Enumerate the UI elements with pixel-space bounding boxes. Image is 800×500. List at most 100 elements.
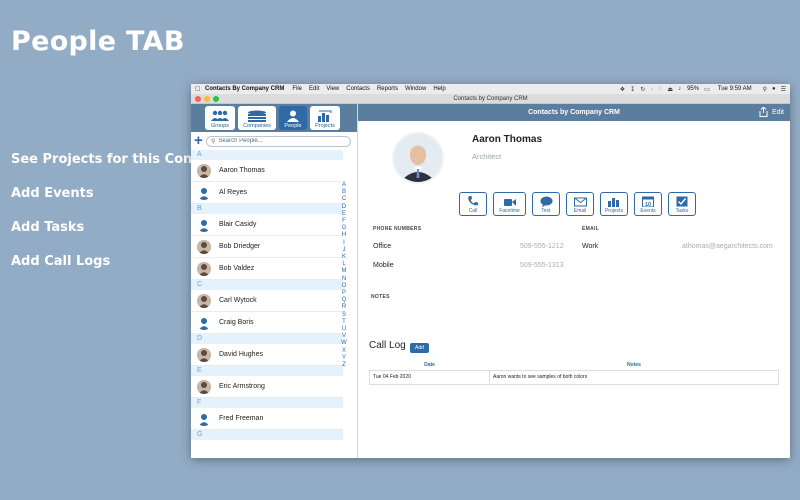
notification-center-icon[interactable]: ☰ (781, 86, 786, 93)
action-label: Facetime (499, 208, 520, 214)
list-item[interactable]: David Hughes (191, 344, 343, 366)
search-input[interactable] (218, 138, 319, 144)
time-machine-icon[interactable]: ↻ (640, 86, 645, 93)
facetime-button[interactable]: Facetime (493, 192, 526, 216)
email-value[interactable]: athomas@aegarchitects.com (682, 243, 773, 250)
index-letter[interactable]: Z (341, 362, 347, 369)
edit-button[interactable]: Edit (759, 107, 784, 117)
projects-button[interactable]: Projects (600, 192, 628, 216)
index-letter[interactable]: A (341, 182, 347, 189)
text-button[interactable]: Text (532, 192, 560, 216)
app-menu[interactable]: Contacts By Company CRM (205, 86, 284, 92)
index-letter[interactable]: U (341, 326, 347, 333)
list-item[interactable]: Fred Freeman (191, 408, 343, 430)
index-letter[interactable]: Y (341, 355, 347, 362)
zoom-window-button[interactable] (213, 96, 219, 102)
index-letter[interactable]: J (341, 247, 347, 254)
table-row[interactable]: Tue 04 Feb 2020 Aaron wants to see sampl… (369, 369, 779, 385)
segment-companies[interactable]: Companies (238, 106, 276, 130)
list-item[interactable]: Eric Armstrong (191, 376, 343, 398)
search-icon: ⚲ (211, 138, 216, 145)
contact-name: David Hughes (219, 351, 263, 358)
menu-reports[interactable]: Reports (377, 86, 398, 92)
menu-window[interactable]: Window (405, 86, 426, 92)
index-letter[interactable]: H (341, 232, 347, 239)
index-letter[interactable]: E (341, 211, 347, 218)
avatar (197, 163, 211, 178)
minimize-window-button[interactable] (204, 96, 210, 102)
checkbox-icon (676, 196, 688, 207)
index-letter[interactable]: L (341, 261, 347, 268)
battery-status[interactable]: 95% (687, 86, 699, 92)
person-icon (197, 217, 211, 232)
tasks-button[interactable]: Tasks (668, 192, 696, 216)
call-button[interactable]: Call (459, 192, 487, 216)
menu-file[interactable]: File (292, 86, 302, 92)
menu-view[interactable]: View (326, 86, 339, 92)
list-item[interactable]: Craig Boris (191, 312, 343, 334)
index-letter[interactable]: W (341, 340, 347, 347)
index-letter[interactable]: I (341, 240, 347, 247)
index-letter[interactable]: T (341, 319, 347, 326)
dropbox-icon[interactable]: ❖ (620, 86, 625, 93)
index-letter[interactable]: G (341, 225, 347, 232)
projects-icon (318, 110, 332, 122)
download-icon[interactable]: ↧ (630, 86, 635, 93)
promo-bullet: Add Events (11, 186, 94, 201)
wifi-icon[interactable]: ◌ (659, 86, 663, 92)
list-item[interactable]: Al Reyes (191, 182, 343, 204)
action-label: Email (573, 208, 587, 214)
contact-name: Carl Wytock (219, 297, 257, 304)
apple-menu-icon[interactable]:  (195, 86, 205, 93)
index-letter[interactable]: O (341, 283, 347, 290)
index-letter[interactable]: C (341, 196, 347, 203)
index-letter[interactable]: V (341, 333, 347, 340)
action-label: Events (640, 208, 656, 214)
volume-icon[interactable]: ♪ (678, 86, 681, 92)
bluetooth-icon[interactable]: ᛧ (650, 86, 654, 92)
phone-value[interactable]: 509-555-1212 (520, 243, 564, 250)
list-item[interactable]: Bob Driedger (191, 236, 343, 258)
index-letter[interactable]: D (341, 204, 347, 211)
index-letter[interactable]: P (341, 290, 347, 297)
email-button[interactable]: Email (566, 192, 594, 216)
alphabet-index[interactable]: ABCDEFGHIJKLMNOPQRSTUVWXYZ (341, 182, 347, 369)
add-contact-button[interactable]: + (194, 133, 206, 148)
window-controls (195, 96, 222, 102)
segment-groups[interactable]: Groups (205, 106, 235, 130)
index-letter[interactable]: R (341, 304, 347, 311)
list-item[interactable]: Carl Wytock (191, 290, 343, 312)
menu-contacts[interactable]: Contacts (346, 86, 370, 92)
index-letter[interactable]: K (341, 254, 347, 261)
index-letter[interactable]: B (341, 189, 347, 196)
index-letter[interactable]: S (341, 312, 347, 319)
window-title: Contacts by Company CRM (453, 95, 528, 102)
list-item[interactable]: Blair Casidy (191, 214, 343, 236)
eject-icon[interactable]: ⏏ (667, 86, 673, 93)
index-letter[interactable]: X (341, 348, 347, 355)
menu-clock[interactable]: Tue 9:59 AM (718, 86, 752, 92)
list-item[interactable]: Aaron Thomas (191, 160, 343, 182)
list-item[interactable]: Bob Valdez (191, 258, 343, 280)
phone-icon (468, 196, 478, 206)
index-letter[interactable]: M (341, 268, 347, 275)
events-button[interactable]: 10 Events (634, 192, 662, 216)
menu-edit[interactable]: Edit (309, 86, 319, 92)
close-window-button[interactable] (195, 96, 201, 102)
phone-value[interactable]: 509-555-1313 (520, 262, 564, 269)
segment-people[interactable]: People (279, 106, 307, 130)
add-call-log-button[interactable]: Add (410, 343, 429, 353)
menu-help[interactable]: Help (433, 86, 445, 92)
menu-bar:  Contacts By Company CRM File Edit View… (191, 84, 790, 94)
segment-projects[interactable]: Projects (310, 106, 340, 130)
column-header-date[interactable]: Date (369, 361, 490, 371)
search-box[interactable]: ⚲ (206, 135, 351, 147)
spotlight-icon[interactable]: ⚲ (763, 86, 767, 93)
section-header: A (191, 150, 343, 160)
index-letter[interactable]: N (341, 276, 347, 283)
user-icon[interactable]: ● (772, 86, 776, 92)
column-header-notes[interactable]: Notes (489, 361, 779, 371)
promo-title: People TAB (11, 26, 185, 57)
index-letter[interactable]: Q (341, 297, 347, 304)
index-letter[interactable]: F (341, 218, 347, 225)
